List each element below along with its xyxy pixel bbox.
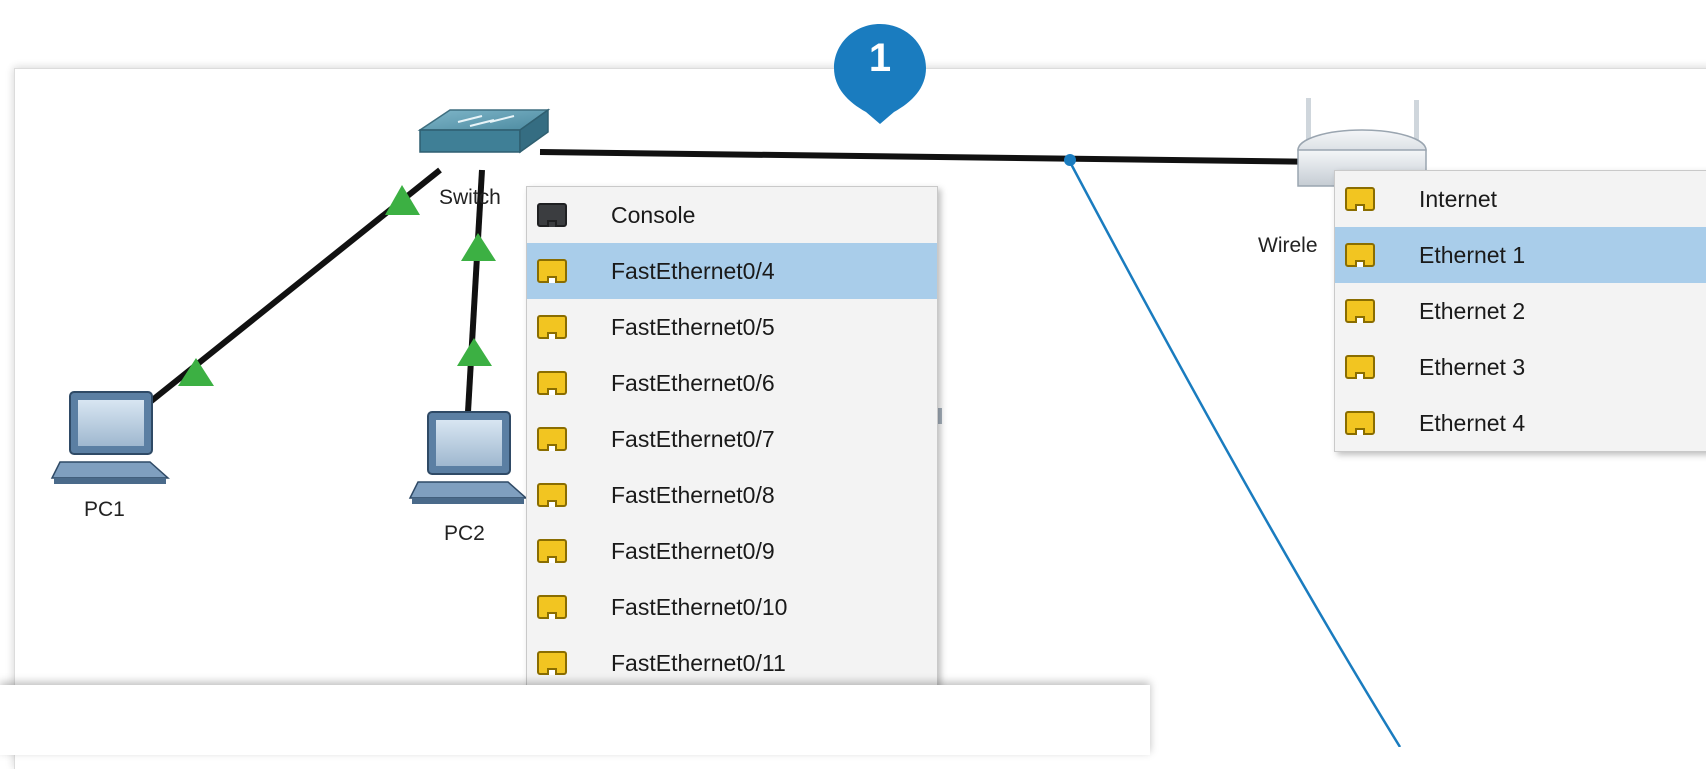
switch-port-menu: Console FastEthernet0/4 FastEthernet0/5 Fas…	[526, 186, 938, 692]
console-port-icon	[537, 203, 567, 227]
menu-item-fastethernet0-7[interactable]: FastEthernet0/7	[527, 411, 937, 467]
ethernet-port-icon	[537, 427, 567, 451]
pc1-icon[interactable]	[50, 391, 170, 484]
menu-item-label: Ethernet 1	[1419, 241, 1526, 268]
menu-item-label: FastEthernet0/5	[611, 313, 775, 340]
menu-item-label: FastEthernet0/7	[611, 425, 775, 452]
link-up-indicator	[461, 233, 496, 261]
menu-item-label: FastEthernet0/6	[611, 369, 775, 396]
menu-item-label: FastEthernet0/9	[611, 537, 775, 564]
switch-label: Switch	[439, 186, 501, 209]
ethernet-port-icon	[1345, 187, 1375, 211]
ethernet-port-icon	[1345, 355, 1375, 379]
menu-item-label: Internet	[1419, 185, 1497, 212]
menu-item-internet[interactable]: Internet	[1335, 171, 1706, 227]
router-port-menu: Internet Ethernet 1 Ethernet 2 Ethernet 3 Et…	[1334, 170, 1706, 452]
menu-item-console[interactable]: Console	[527, 187, 937, 243]
menu-item-label: FastEthernet0/11	[611, 649, 786, 676]
link-switch-router[interactable]	[539, 149, 1331, 165]
menu-item-fastethernet0-11[interactable]: FastEthernet0/11	[527, 635, 937, 691]
step-marker: 1	[832, 22, 928, 126]
menu-item-fastethernet0-6[interactable]: FastEthernet0/6	[527, 355, 937, 411]
cable-anchor-dot[interactable]	[1064, 154, 1076, 166]
pc1-label: PC1	[84, 498, 125, 521]
menu-item-label: FastEthernet0/10	[611, 593, 788, 620]
ethernet-port-icon	[537, 539, 567, 563]
link-up-indicator	[457, 338, 492, 366]
pc2-icon[interactable]	[408, 411, 528, 504]
menu-item-ethernet-3[interactable]: Ethernet 3	[1335, 339, 1706, 395]
switch-icon[interactable]	[417, 108, 551, 154]
ethernet-port-icon	[537, 483, 567, 507]
menu-item-fastethernet0-8[interactable]: FastEthernet0/8	[527, 467, 937, 523]
menu-item-label: FastEthernet0/8	[611, 481, 775, 508]
router-label: Wirele	[1258, 234, 1318, 257]
ethernet-port-icon	[537, 651, 567, 675]
menu-item-ethernet-2[interactable]: Ethernet 2	[1335, 283, 1706, 339]
ethernet-port-icon	[537, 371, 567, 395]
ethernet-port-icon	[537, 595, 567, 619]
menu-item-fastethernet0-4[interactable]: FastEthernet0/4	[527, 243, 937, 299]
ethernet-port-icon	[537, 259, 567, 283]
menu-item-label: Ethernet 4	[1419, 409, 1526, 436]
step-number: 1	[868, 36, 892, 80]
ethernet-port-icon	[1345, 299, 1375, 323]
ethernet-port-icon	[1345, 243, 1375, 267]
menu-item-fastethernet0-5[interactable]: FastEthernet0/5	[527, 299, 937, 355]
menu-item-ethernet-1[interactable]: Ethernet 1	[1335, 227, 1706, 283]
menu-item-ethernet-4[interactable]: Ethernet 4	[1335, 395, 1706, 451]
ethernet-port-icon	[537, 315, 567, 339]
menu-item-fastethernet0-9[interactable]: FastEthernet0/9	[527, 523, 937, 579]
menu-item-label: Ethernet 2	[1419, 297, 1526, 324]
menu-item-label: FastEthernet0/4	[611, 257, 775, 284]
menu-item-label: Ethernet 3	[1419, 353, 1526, 380]
menu-item-fastethernet0-10[interactable]: FastEthernet0/10	[527, 579, 937, 635]
bottom-panel	[0, 685, 1150, 755]
menu-item-label: Console	[611, 201, 696, 228]
pc2-label: PC2	[444, 522, 485, 545]
ethernet-port-icon	[1345, 411, 1375, 435]
